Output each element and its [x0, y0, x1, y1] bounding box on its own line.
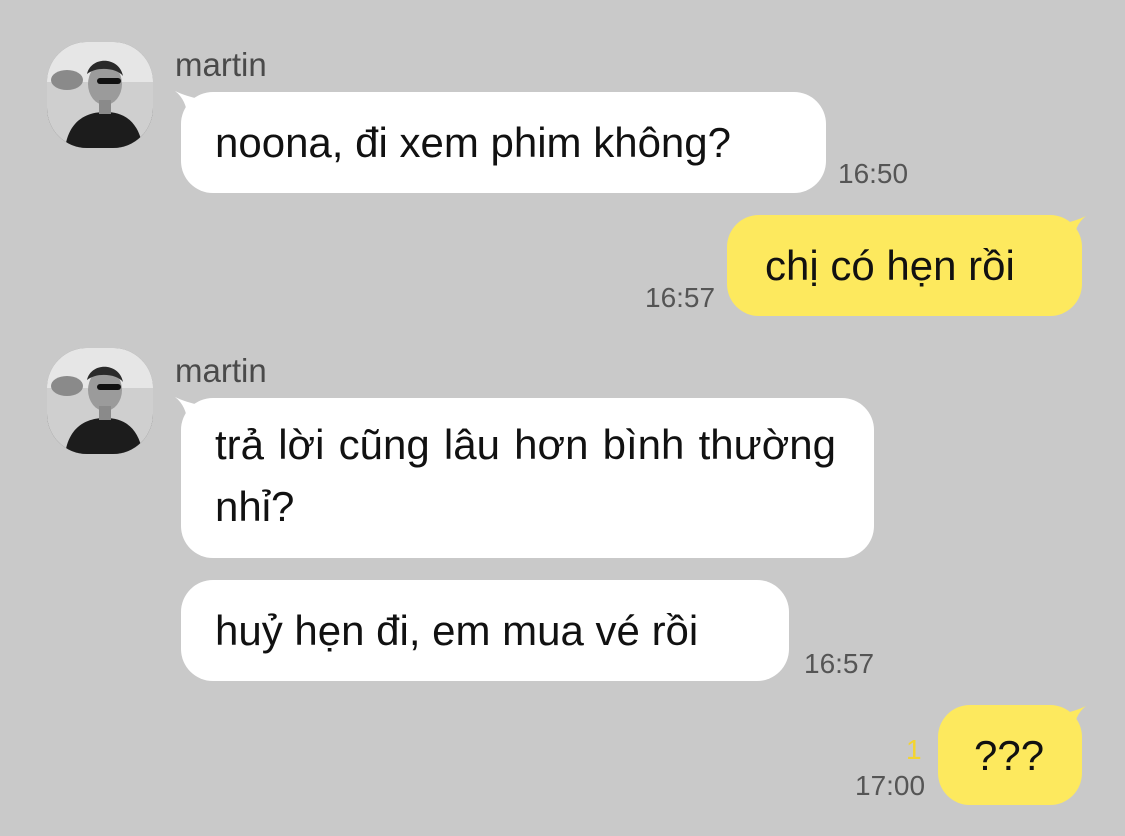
- message-bubble[interactable]: chị có hẹn rồi: [727, 215, 1082, 316]
- message-text: huỷ hẹn đi, em mua vé rồi: [215, 607, 699, 654]
- message-text: ???: [974, 732, 1045, 779]
- bubble-tail: [1062, 216, 1086, 240]
- message-bubble[interactable]: ???: [938, 705, 1082, 805]
- message-time: 16:57: [645, 282, 716, 313]
- message-text: trả lời cũng lâu hơn bình thường nhỉ?: [215, 421, 836, 530]
- profile-photo-icon: [47, 348, 153, 454]
- message-text: chị có hẹn rồi: [765, 242, 1015, 289]
- message-time: 17:00: [855, 770, 926, 801]
- unread-count: 1: [906, 734, 922, 765]
- bubble-tail: [1062, 706, 1086, 730]
- message-time: 16:57: [804, 648, 875, 679]
- message-time: 16:50: [838, 158, 909, 189]
- sender-name: martin: [175, 352, 267, 389]
- profile-photo-icon: [47, 42, 153, 148]
- avatar[interactable]: [47, 348, 153, 454]
- message-bubble[interactable]: noona, đi xem phim không?: [181, 92, 826, 193]
- message-text: noona, đi xem phim không?: [215, 119, 731, 166]
- message-bubble[interactable]: huỷ hẹn đi, em mua vé rồi: [181, 580, 789, 681]
- message-bubble[interactable]: trả lời cũng lâu hơn bình thường nhỉ?: [181, 398, 874, 558]
- avatar[interactable]: [47, 42, 153, 148]
- sender-name: martin: [175, 46, 267, 83]
